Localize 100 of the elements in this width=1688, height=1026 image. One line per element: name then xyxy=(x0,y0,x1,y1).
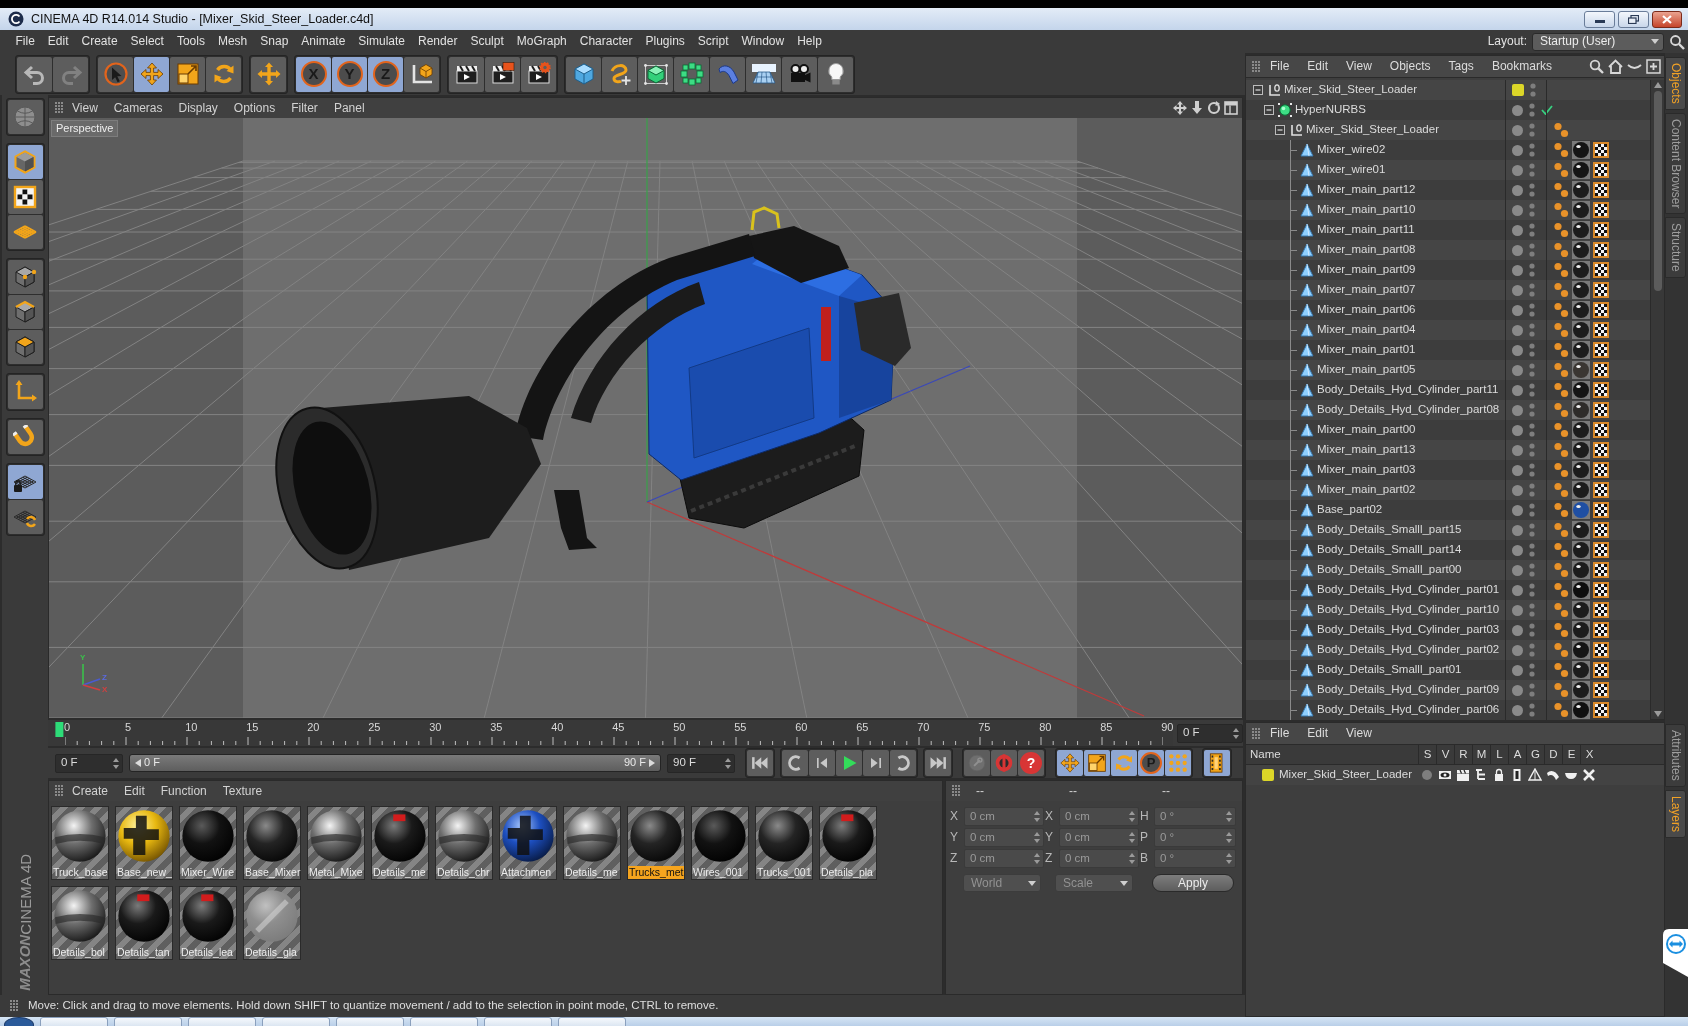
material-ball-icon[interactable] xyxy=(1572,461,1590,479)
two-dots-icon[interactable] xyxy=(1553,282,1569,298)
zoom-arrows-icon[interactable] xyxy=(1190,101,1204,115)
plus-box-icon[interactable] xyxy=(1646,59,1661,74)
material-tile[interactable]: Details_me xyxy=(563,806,621,880)
end-frame-field[interactable]: 90 F xyxy=(667,753,735,773)
layer-dot-icon[interactable] xyxy=(1512,404,1523,416)
search-icon[interactable] xyxy=(1669,33,1685,50)
object-name[interactable]: Body_Details_Hyd_Cylinder_part11 xyxy=(1317,383,1499,397)
checker-icon[interactable] xyxy=(1593,262,1609,278)
taskbar-button[interactable] xyxy=(188,1017,256,1026)
material-ball-icon[interactable] xyxy=(1572,481,1590,499)
checker-icon[interactable] xyxy=(1593,342,1609,358)
subdivision-surface-button[interactable] xyxy=(638,56,673,92)
checker-icon[interactable] xyxy=(1593,542,1609,558)
scrollbar[interactable] xyxy=(1650,80,1664,719)
collapse-box-icon[interactable] xyxy=(1252,84,1264,96)
menu-item[interactable]: Window xyxy=(735,34,791,49)
material-tile[interactable]: Details_pla xyxy=(819,806,877,880)
snapping-button[interactable] xyxy=(7,465,43,499)
side-tab[interactable]: Layers xyxy=(1665,789,1686,838)
material-ball-icon[interactable] xyxy=(1572,421,1590,439)
menu-item[interactable]: Snap xyxy=(253,34,295,49)
visibility-dots-icon[interactable] xyxy=(1529,363,1535,377)
polygons-mode-button[interactable] xyxy=(7,330,43,364)
taskbar-button[interactable] xyxy=(40,1017,108,1026)
checker-icon[interactable] xyxy=(1593,522,1609,538)
layer-dot-icon[interactable] xyxy=(1512,304,1523,316)
menu-item[interactable]: Edit xyxy=(1299,59,1337,74)
side-tab[interactable]: Attributes xyxy=(1665,724,1686,787)
rotate-tool-button[interactable] xyxy=(206,56,241,92)
checker-icon[interactable] xyxy=(1593,502,1609,518)
layout-dropdown[interactable]: Startup (User) xyxy=(1532,32,1664,51)
scroll-up-icon[interactable] xyxy=(1653,82,1662,88)
material-tile[interactable]: Base_Mixer xyxy=(243,806,301,880)
object-name[interactable]: Mixer_main_part05 xyxy=(1317,363,1416,377)
collapse-box-icon[interactable] xyxy=(1263,104,1275,116)
visibility-dots-icon[interactable] xyxy=(1529,503,1535,517)
menu-item[interactable]: Create xyxy=(65,783,116,799)
taskbar-button[interactable] xyxy=(114,1017,182,1026)
grip-icon[interactable] xyxy=(10,1000,18,1012)
play-button[interactable] xyxy=(836,750,862,776)
layer-dot-icon[interactable] xyxy=(1512,464,1523,476)
visibility-dots-icon[interactable] xyxy=(1529,143,1535,157)
material-ball-icon[interactable] xyxy=(1572,701,1590,719)
previous-key-button[interactable] xyxy=(782,750,808,776)
orbit-icon[interactable] xyxy=(1207,101,1221,115)
two-dots-icon[interactable] xyxy=(1553,222,1569,238)
checker-icon[interactable] xyxy=(1593,482,1609,498)
move-tool-button[interactable] xyxy=(134,56,169,92)
layer-dot-icon[interactable] xyxy=(1512,564,1523,576)
object-name[interactable]: Mixer_wire02 xyxy=(1317,143,1386,157)
side-tab[interactable]: Structure xyxy=(1665,217,1686,278)
checker-icon[interactable] xyxy=(1593,422,1609,438)
two-dots-icon[interactable] xyxy=(1553,342,1569,358)
two-dots-icon[interactable] xyxy=(1553,242,1569,258)
hierarchy-icon[interactable] xyxy=(1474,768,1488,782)
keyframe-selection-button[interactable]: ? xyxy=(1018,750,1044,776)
column-header[interactable]: R xyxy=(1454,745,1472,764)
cross-icon[interactable] xyxy=(1582,768,1596,782)
visibility-dots-icon[interactable] xyxy=(1529,423,1535,437)
current-frame-field[interactable]: 0 F xyxy=(1177,723,1243,743)
render-settings-button[interactable] xyxy=(521,56,556,92)
two-dots-icon[interactable] xyxy=(1553,682,1569,698)
visibility-dots-icon[interactable] xyxy=(1529,203,1535,217)
material-tile[interactable]: Truck_base xyxy=(51,806,109,880)
layer-dot-icon[interactable] xyxy=(1512,104,1523,116)
layer-dot-icon[interactable] xyxy=(1512,344,1523,356)
menu-item[interactable]: Options xyxy=(226,100,283,116)
checker-icon[interactable] xyxy=(1593,282,1609,298)
scroll-down-icon[interactable] xyxy=(1653,711,1662,717)
object-name[interactable]: Base_part02 xyxy=(1317,503,1383,517)
pyramid-icon[interactable] xyxy=(1528,768,1542,782)
menu-item[interactable]: Character xyxy=(573,34,639,49)
two-dots-icon[interactable] xyxy=(1553,382,1569,398)
layer-dot-icon[interactable] xyxy=(1512,184,1523,196)
material-tile[interactable]: Mixer_Wire xyxy=(179,806,237,880)
next-key-button[interactable] xyxy=(890,750,916,776)
two-dots-icon[interactable] xyxy=(1553,582,1569,598)
object-name[interactable]: Body_Details_Smalll_part14 xyxy=(1317,543,1462,557)
checker-icon[interactable] xyxy=(1593,462,1609,478)
checker-icon[interactable] xyxy=(1593,242,1609,258)
menu-item[interactable]: Objects xyxy=(1381,59,1439,74)
object-name[interactable]: Body_Details_Smalll_part01 xyxy=(1317,663,1462,677)
object-name[interactable]: Mixer_main_part03 xyxy=(1317,463,1416,477)
edges-mode-button[interactable] xyxy=(7,295,43,329)
material-tile[interactable]: Details_me xyxy=(371,806,429,880)
menu-item[interactable]: Mesh xyxy=(211,34,254,49)
selection-tool-button[interactable] xyxy=(98,56,133,92)
visibility-dots-icon[interactable] xyxy=(1529,103,1535,117)
grip-icon[interactable] xyxy=(1252,60,1260,73)
render-picture-viewer-button[interactable] xyxy=(485,56,520,92)
material-ball-icon[interactable] xyxy=(1572,561,1590,579)
checker-icon[interactable] xyxy=(1593,602,1609,618)
material-ball-icon[interactable] xyxy=(1572,141,1590,159)
taskbar-button[interactable] xyxy=(484,1017,552,1026)
snap-settings-button[interactable] xyxy=(7,500,43,534)
two-dots-icon[interactable] xyxy=(1553,362,1569,378)
material-tile[interactable]: Base_new_ xyxy=(115,806,173,880)
layer-dot-icon[interactable] xyxy=(1512,524,1523,536)
